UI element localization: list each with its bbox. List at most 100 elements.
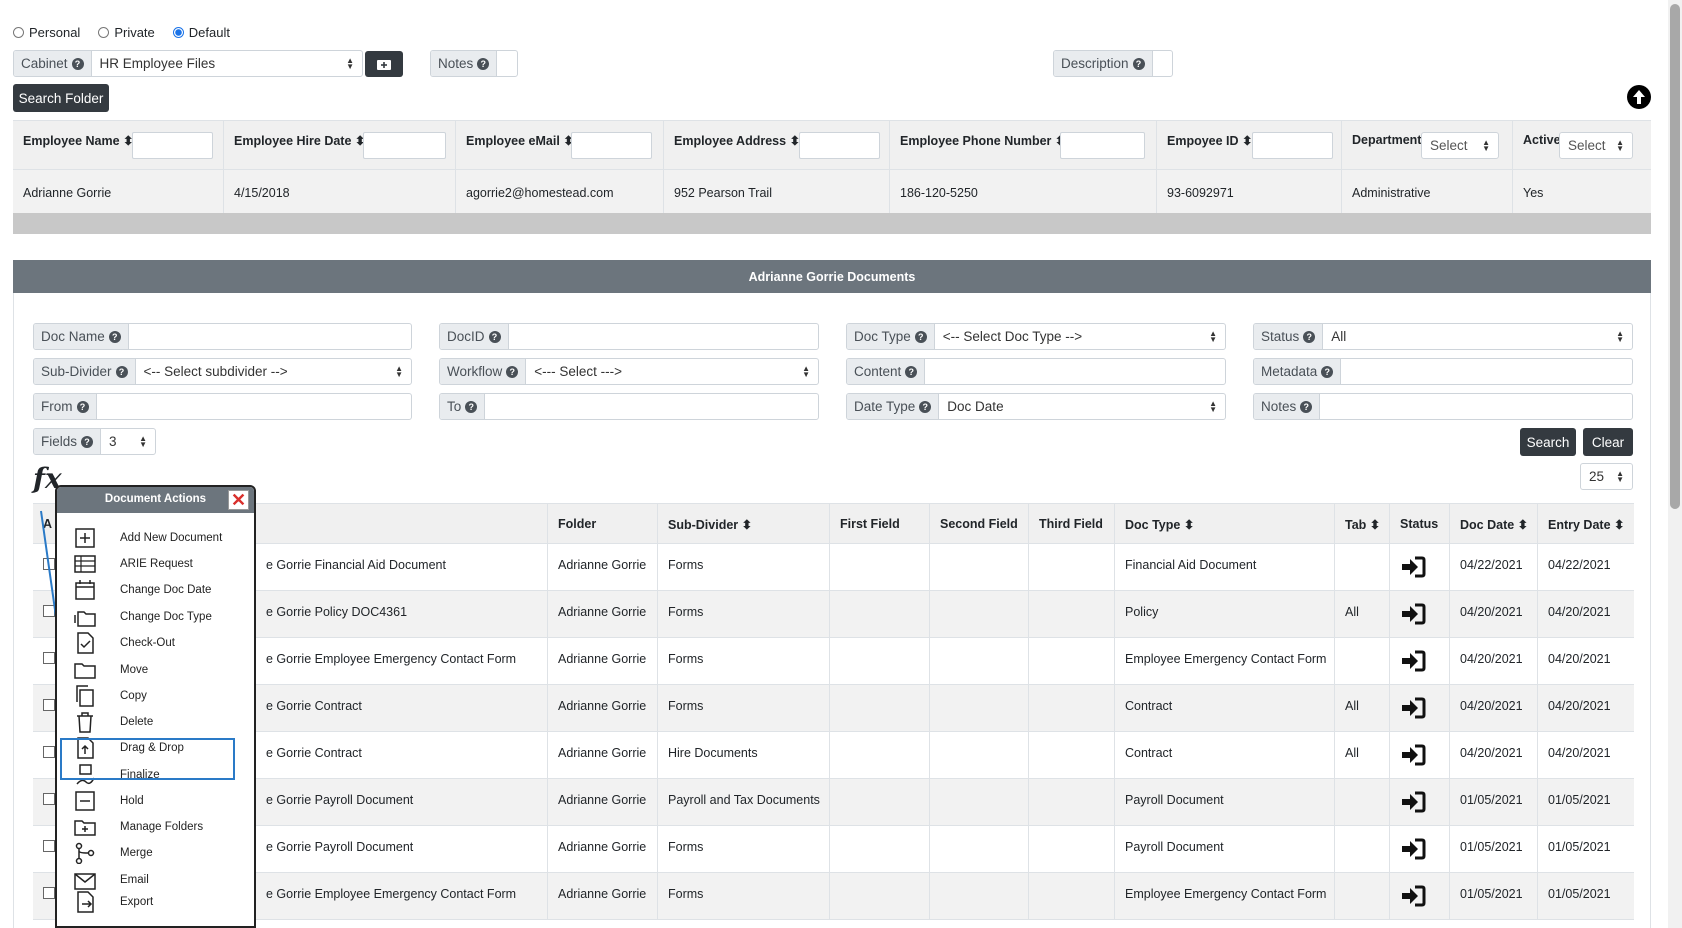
sign-in-icon[interactable] (1400, 744, 1426, 766)
status-cell[interactable] (1390, 685, 1450, 732)
from-filter[interactable]: From? (33, 393, 412, 420)
help-icon[interactable]: ? (1300, 400, 1313, 413)
help-icon[interactable]: ? (81, 435, 94, 448)
scroll-top-icon[interactable] (1627, 85, 1651, 109)
col-doc-name[interactable] (256, 504, 548, 545)
docid-input[interactable] (509, 324, 818, 349)
col-sub-divider[interactable]: Sub-Divider ⬍ (658, 504, 830, 545)
col-doc-date[interactable]: Doc Date ⬍ (1450, 504, 1538, 545)
status-cell[interactable] (1390, 732, 1450, 779)
popup-item-delete[interactable]: Delete (57, 709, 254, 735)
cabinet-select[interactable]: Cabinet? HR Employee Files ▲ ▼ (13, 50, 363, 77)
row-checkbox[interactable] (43, 793, 55, 805)
search-button[interactable]: Search (1520, 428, 1576, 456)
description-box[interactable] (1153, 51, 1172, 76)
table-row[interactable]: e Gorrie Policy DOC4361 Adrianne Gorrie Fo… (33, 591, 1634, 638)
sign-in-icon[interactable] (1400, 885, 1426, 907)
table-row[interactable]: e Gorrie Payroll Document Adrianne Gorrie… (33, 779, 1634, 826)
col-entry-date[interactable]: Entry Date ⬍ (1538, 504, 1634, 545)
email-filter[interactable] (571, 132, 652, 159)
radio-default[interactable]: Default (172, 25, 230, 40)
help-icon[interactable]: ? (905, 365, 918, 378)
help-icon[interactable]: ? (919, 400, 932, 413)
col-tab[interactable]: Tab ⬍ (1335, 504, 1390, 545)
page-size-value[interactable]: 25 ▲ ▼ (1581, 464, 1632, 489)
employee-row[interactable]: Adrianne Gorrie 4/15/2018 agorrie2@homes… (13, 169, 1651, 213)
table-row[interactable]: e Gorrie Financial Aid Document Adrianne … (33, 544, 1634, 591)
to-filter[interactable]: To? (439, 393, 819, 420)
help-icon[interactable]: ? (477, 57, 490, 70)
sign-in-icon[interactable] (1400, 791, 1426, 813)
table-row[interactable]: e Gorrie Employee Emergency Contact Form… (33, 873, 1634, 920)
active-select[interactable]: Select ▲ ▼ (1559, 132, 1633, 159)
popup-item-change-doc-type[interactable]: Change Doc Type (57, 604, 254, 630)
notes-filter[interactable]: Notes? (1253, 393, 1633, 420)
workflow-filter[interactable]: Workflow? <--- Select ---> ▲ ▼ (439, 358, 819, 385)
from-input[interactable] (97, 394, 412, 419)
table-row[interactable]: e Gorrie Employee Emergency Contact Form… (33, 638, 1634, 685)
sub-divider-filter[interactable]: Sub-Divider? <-- Select subdivider --> ▲ ▼ (33, 358, 412, 385)
popup-item-merge[interactable]: Merge (57, 840, 254, 866)
status-cell[interactable] (1390, 591, 1450, 638)
status-filter[interactable]: Status? All ▲ ▼ (1253, 323, 1633, 350)
sign-in-icon[interactable] (1400, 650, 1426, 672)
new-folder-button[interactable] (365, 51, 403, 77)
sign-in-icon[interactable] (1400, 603, 1426, 625)
radio-private[interactable]: Private (98, 25, 155, 40)
notes-box[interactable] (497, 51, 517, 76)
clear-button[interactable]: Clear (1583, 428, 1633, 456)
metadata-filter[interactable]: Metadata? (1253, 358, 1633, 385)
department-select[interactable]: Select ▲ ▼ (1421, 132, 1499, 159)
col-phone[interactable]: Employee Phone Number ⬍ (890, 121, 1157, 169)
popup-item-check-out[interactable]: Check-Out (57, 630, 254, 656)
to-input[interactable] (485, 394, 818, 419)
search-folder-button[interactable]: Search Folder (13, 84, 109, 112)
radio-personal-circle[interactable] (13, 27, 24, 38)
radio-personal[interactable]: Personal (13, 25, 80, 40)
help-icon[interactable]: ? (488, 330, 501, 343)
doc-type-filter[interactable]: Doc Type? <-- Select Doc Type --> ▲ ▼ (846, 323, 1226, 350)
help-icon[interactable]: ? (1303, 330, 1316, 343)
date-type-filter[interactable]: Date Type? Doc Date ▲ ▼ (846, 393, 1226, 420)
col-status[interactable]: Status (1390, 504, 1450, 545)
notes-toggle[interactable]: Notes? (430, 50, 518, 77)
help-icon[interactable]: ? (71, 57, 84, 70)
address-filter[interactable] (799, 132, 880, 159)
popup-item-copy[interactable]: Copy (57, 683, 254, 709)
help-icon[interactable]: ? (115, 365, 128, 378)
table-row[interactable]: e Gorrie Contract Adrianne Gorrie Hire Doc… (33, 732, 1634, 779)
metadata-input[interactable] (1341, 359, 1632, 384)
row-checkbox[interactable] (43, 887, 55, 899)
sign-in-icon[interactable] (1400, 838, 1426, 860)
table-row[interactable]: e Gorrie Contract Adrianne Gorrie Forms Con… (33, 685, 1634, 732)
col-email[interactable]: Employee eMail ⬍ (456, 121, 664, 169)
hire-date-filter[interactable] (363, 132, 446, 159)
col-folder[interactable]: Folder (548, 504, 658, 545)
status-select[interactable]: All ▲ ▼ (1323, 324, 1632, 349)
cabinet-value[interactable]: HR Employee Files ▲ ▼ (92, 51, 362, 76)
help-icon[interactable]: ? (506, 365, 519, 378)
date-type-select[interactable]: Doc Date ▲ ▼ (939, 394, 1225, 419)
status-cell[interactable] (1390, 779, 1450, 826)
workflow-select[interactable]: <--- Select ---> ▲ ▼ (526, 359, 818, 384)
content-input[interactable] (925, 359, 1225, 384)
sub-divider-select[interactable]: <-- Select subdivider --> ▲ ▼ (136, 359, 411, 384)
doc-name-input[interactable] (129, 324, 411, 349)
col-address[interactable]: Employee Address ⬍ (664, 121, 890, 169)
fields-select[interactable]: 3 ▲ ▼ (101, 429, 155, 454)
scrollbar-thumb[interactable] (1670, 4, 1680, 509)
col-second-field[interactable]: Second Field (930, 504, 1029, 545)
popup-item-add-new-document[interactable]: Add New Document (57, 525, 254, 551)
popup-item-hold[interactable]: Hold (57, 788, 254, 814)
fields-filter[interactable]: Fields? 3 ▲ ▼ (33, 428, 156, 455)
phone-filter[interactable] (1060, 132, 1145, 159)
doc-type-select[interactable]: <-- Select Doc Type --> ▲ ▼ (935, 324, 1225, 349)
col-doc-type[interactable]: Doc Type ⬍ (1115, 504, 1335, 545)
employee-id-filter[interactable] (1252, 132, 1333, 159)
notes-filter-input[interactable] (1320, 394, 1632, 419)
col-hire-date[interactable]: Employee Hire Date ⬍ (224, 121, 456, 169)
page-size-select[interactable]: 25 ▲ ▼ (1580, 463, 1633, 490)
popup-item-change-doc-date[interactable]: Change Doc Date (57, 577, 254, 603)
help-icon[interactable]: ? (1132, 57, 1145, 70)
help-icon[interactable]: ? (465, 400, 478, 413)
